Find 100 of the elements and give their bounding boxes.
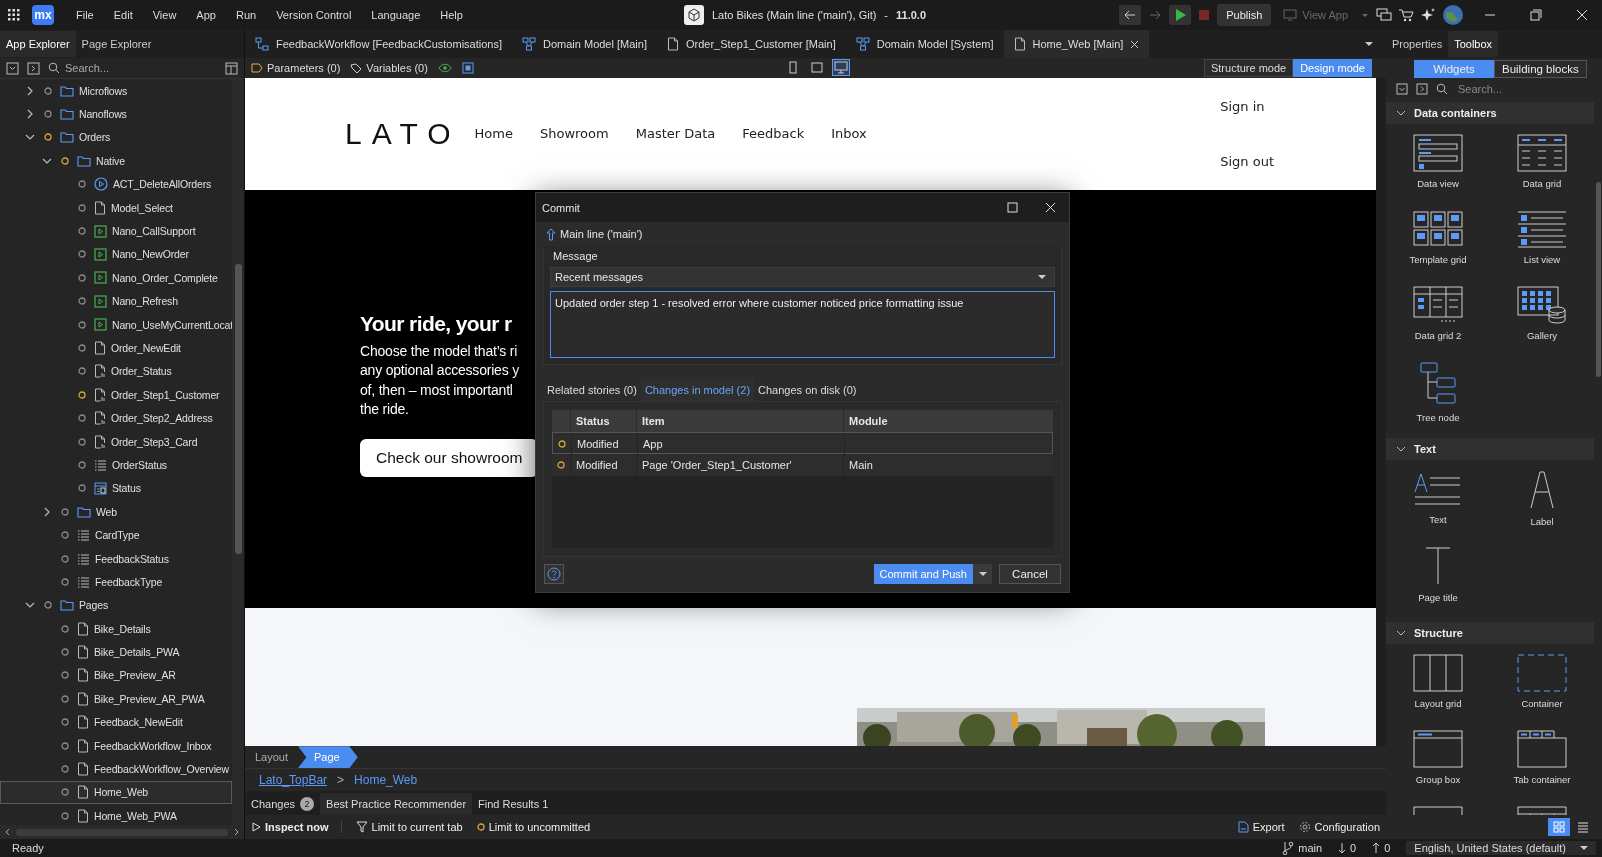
collapse-all-icon[interactable] <box>1396 83 1408 95</box>
view-toggle[interactable] <box>1548 818 1570 836</box>
run-icon[interactable] <box>1169 5 1192 25</box>
table-row[interactable]: Modified Page 'Order_Step1_Customer' Main <box>552 454 1053 476</box>
tree-item[interactable]: CardType <box>0 523 232 547</box>
tree-item[interactable]: Feedback_NewEdit <box>0 710 232 734</box>
expand-all-icon[interactable] <box>27 61 40 75</box>
toolbar-button[interactable]: Configuration <box>1298 821 1380 834</box>
tree-item[interactable]: Bike_Preview_AR <box>0 663 232 688</box>
account-link[interactable]: Sign in <box>1220 98 1274 114</box>
tree-item[interactable]: Bike_Preview_AR_PWA <box>0 687 232 711</box>
menu-item[interactable]: File <box>68 6 102 24</box>
tree-item[interactable]: Nano_Refresh <box>0 289 232 313</box>
section-header[interactable]: Data containers <box>1386 102 1594 124</box>
device-toggle[interactable] <box>831 59 850 77</box>
tree-item[interactable]: Bike_Details_PWA <box>0 640 232 664</box>
toolbar-button[interactable]: Variables (0) <box>350 61 428 74</box>
toolbar-button[interactable]: Parameters (0) <box>251 61 341 74</box>
editor-tab[interactable]: FeedbackWorkflow [FeedbackCustomisations] <box>245 30 512 58</box>
section-header[interactable]: Text <box>1386 438 1594 460</box>
frame-icon[interactable] <box>461 61 474 74</box>
menu-item[interactable]: Run <box>227 6 265 24</box>
dialog-tab[interactable]: Related stories (0) <box>543 379 641 401</box>
panel-layout-icon[interactable] <box>225 61 238 75</box>
editor-tab[interactable]: Domain Model [Main] <box>512 30 657 58</box>
close-icon[interactable] <box>1576 9 1588 21</box>
nav-link[interactable]: Inbox <box>831 126 867 142</box>
account-link[interactable]: Sign out <box>1220 153 1274 169</box>
help-button[interactable] <box>544 564 564 584</box>
tree-item[interactable]: Order_Step1_Customer <box>0 383 232 407</box>
language-dropdown[interactable]: English, United States (default) <box>1406 841 1596 855</box>
close-icon[interactable] <box>1044 202 1056 213</box>
segment-toggle[interactable]: Building blocks <box>1494 60 1587 78</box>
tree-item[interactable]: ACT_DeleteAllOrders <box>0 172 232 196</box>
toolbar-button[interactable]: Limit to current tab <box>355 821 463 834</box>
search-field[interactable]: Search... <box>65 62 195 74</box>
section-header[interactable]: Structure <box>1386 622 1594 644</box>
tree-item[interactable]: FeedbackType <box>0 570 232 594</box>
nav-link[interactable]: Feedback <box>742 126 805 142</box>
tree-item[interactable]: Order_Status <box>0 359 232 384</box>
close-icon[interactable] <box>1130 39 1140 49</box>
maximize-icon[interactable] <box>1006 202 1018 213</box>
chevron-down-icon[interactable] <box>1396 444 1406 454</box>
tree-item[interactable]: Nano_NewOrder <box>0 242 232 267</box>
avatar-icon[interactable] <box>1442 4 1464 26</box>
tree-item[interactable]: Home_Web <box>0 780 232 805</box>
tree-item[interactable]: Pages <box>0 593 232 617</box>
search-field[interactable]: Search... <box>1456 82 1580 96</box>
cart-icon[interactable] <box>1398 7 1414 23</box>
toolbar-button[interactable]: Limit to uncommitted <box>476 821 591 834</box>
tree-item[interactable]: FeedbackStatus <box>0 546 232 571</box>
panel-tab[interactable]: Page Explorer <box>75 31 158 57</box>
expand-all-icon[interactable] <box>1416 83 1428 95</box>
tree-item[interactable]: Model_Select <box>0 195 232 220</box>
panel-tab[interactable]: Find Results 1 <box>472 793 555 816</box>
mode-toggle[interactable]: Structure mode <box>1203 58 1294 77</box>
panel-tab[interactable]: App Explorer <box>0 31 76 57</box>
nav-link[interactable]: Showroom <box>540 126 609 142</box>
tree-item[interactable]: FeedbackWorkflow_Inbox <box>0 733 232 758</box>
editor-tab[interactable]: Home_Web [Main] <box>1003 30 1150 58</box>
panel-tab[interactable]: Best Practice Recommender <box>320 793 473 816</box>
tree-item[interactable]: Order_Step3_Card <box>0 429 232 454</box>
toolbar-button[interactable]: Inspect now <box>251 821 342 834</box>
cancel-button[interactable]: Cancel <box>999 564 1061 584</box>
tree-item[interactable]: Bike_Details <box>0 617 232 641</box>
tree-item[interactable]: Nanoflows <box>0 102 232 126</box>
panel-tab[interactable]: Changes 2 <box>245 793 321 816</box>
tree-item[interactable]: Orders <box>0 125 232 150</box>
sparkle-icon[interactable] <box>1420 7 1436 23</box>
tree-item[interactable]: Order_Step2_Address <box>0 406 232 430</box>
menu-item[interactable]: Edit <box>105 6 141 24</box>
apps-grid-icon[interactable] <box>8 9 20 21</box>
tab-list-caret-icon[interactable] <box>1364 40 1374 48</box>
chevron-down-icon[interactable] <box>1396 108 1406 118</box>
vertical-scrollbar[interactable] <box>232 79 244 825</box>
menu-item[interactable]: App <box>188 6 224 24</box>
menu-item[interactable]: Help <box>432 6 471 24</box>
tree-item[interactable]: FeedbackWorkflow_Overview <box>0 757 232 781</box>
dialog-tab[interactable]: Changes on disk (0) <box>754 379 861 401</box>
nav-link[interactable]: Home <box>474 126 513 142</box>
publish-button[interactable]: Publish <box>1217 4 1272 26</box>
eye-icon[interactable] <box>437 62 452 73</box>
tree-item[interactable]: OrderStatus <box>0 453 232 477</box>
tree-item[interactable]: Native <box>0 149 232 173</box>
nav-link[interactable]: Master Data <box>635 126 716 142</box>
tree-item[interactable]: Nano_Order_Complete <box>0 266 232 290</box>
editor-tab[interactable]: Domain Model [System] <box>845 30 1004 58</box>
tree-item[interactable]: Status <box>0 476 232 501</box>
restore-icon[interactable] <box>1530 9 1542 21</box>
editor-tab[interactable]: Order_Step1_Customer [Main] <box>656 30 846 58</box>
chat-icon[interactable] <box>1376 7 1392 23</box>
collapse-all-icon[interactable] <box>6 61 19 75</box>
recent-messages-dropdown[interactable]: Recent messages <box>550 267 1055 287</box>
horizontal-scrollbar[interactable] <box>0 825 244 839</box>
chevron-down-icon[interactable] <box>1396 628 1406 638</box>
menu-item[interactable]: Language <box>363 6 429 24</box>
tree-item[interactable]: Home_Web_PWA <box>0 804 232 825</box>
panel-tab[interactable]: Properties <box>1386 31 1449 57</box>
breadcrumb-link[interactable]: Lato_TopBar <box>259 773 328 788</box>
panel-tab[interactable]: Toolbox <box>1448 31 1499 57</box>
